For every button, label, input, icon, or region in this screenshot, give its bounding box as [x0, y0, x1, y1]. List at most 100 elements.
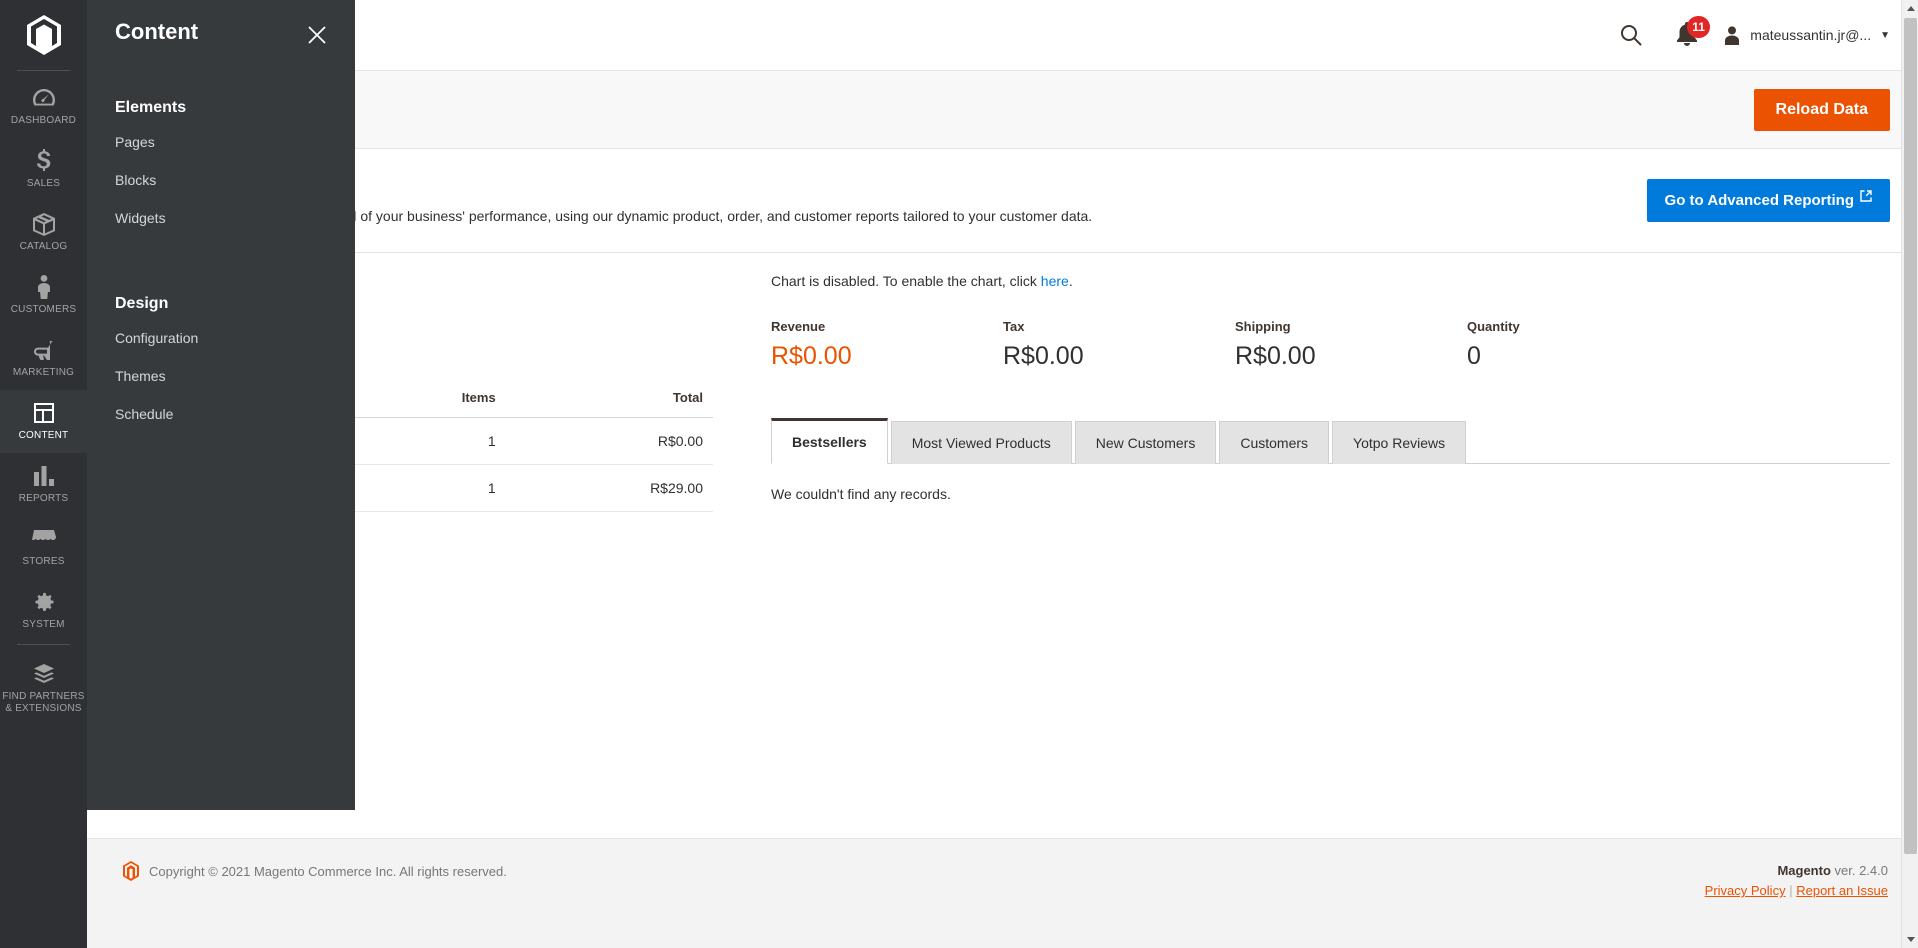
dashboard-tabs: Bestsellers Most Viewed Products New Cus…	[771, 417, 1890, 464]
sidebar-item-marketing[interactable]: Marketing	[0, 327, 87, 390]
stat-label: Tax	[1003, 319, 1235, 334]
enable-chart-link[interactable]: here	[1041, 273, 1069, 289]
stat-value: R$0.00	[771, 343, 1003, 371]
sidebar-item-label: Stores	[22, 556, 64, 568]
flyout-title: Content	[115, 18, 198, 46]
advanced-reporting-banner: Advanced Reporting Gain new insights and…	[87, 149, 1918, 253]
page-footer: Copyright © 2021 Magento Commerce Inc. A…	[87, 838, 1918, 948]
megaphone-icon	[32, 338, 56, 362]
flyout-group-elements-title: Elements	[87, 99, 355, 117]
report-an-issue-link[interactable]: Report an Issue	[1796, 883, 1888, 898]
footer-link-separator: |	[1789, 883, 1792, 898]
cell-items: 1	[352, 465, 505, 512]
layout-panel-icon	[33, 401, 55, 425]
sidebar-divider-top	[17, 70, 70, 71]
user-avatar-icon	[1722, 25, 1742, 45]
sidebar-item-label: System	[22, 619, 64, 631]
cell-items: 1	[352, 418, 505, 465]
flyout-link-schedule[interactable]: Schedule	[87, 395, 355, 433]
sidebar-item-label: Catalog	[20, 241, 68, 253]
chart-disabled-text-end: .	[1069, 273, 1073, 289]
flyout-link-blocks[interactable]: Blocks	[87, 161, 355, 199]
tab-bestsellers[interactable]: Bestsellers	[771, 418, 888, 464]
admin-dashboard-screen: Dashboard Sales Catalog Customers Market	[0, 0, 1918, 948]
dashboard-right-column: Chart is disabled. To enable the chart, …	[743, 253, 1890, 512]
sidebar-item-find-partners-extensions[interactable]: Find Partners & Extensions	[0, 651, 87, 726]
footer-version-line: Magento ver. 2.4.0	[1705, 861, 1888, 881]
scroll-down-arrow-icon[interactable]	[1902, 931, 1918, 948]
external-link-icon	[1860, 190, 1872, 202]
sidebar-item-label: Dashboard	[11, 115, 76, 127]
chevron-down-icon: ▼	[1880, 30, 1890, 41]
go-to-advanced-reporting-label: Go to Advanced Reporting	[1665, 192, 1854, 209]
stat-quantity: Quantity 0	[1467, 319, 1699, 371]
go-to-advanced-reporting-button[interactable]: Go to Advanced Reporting	[1647, 179, 1890, 222]
storefront-icon	[32, 527, 56, 551]
scrollbar-thumb[interactable]	[1904, 18, 1917, 854]
top-header-bar: 11 mateussantin.jr@... ▼	[87, 0, 1918, 70]
chart-disabled-text: Chart is disabled. To enable the chart, …	[771, 273, 1041, 289]
sidebar-item-customers[interactable]: Customers	[0, 264, 87, 327]
magento-mark-icon	[123, 861, 139, 881]
reload-data-button[interactable]: Reload Data	[1754, 89, 1890, 131]
column-header-items: Items	[352, 380, 505, 418]
chart-disabled-message: Chart is disabled. To enable the chart, …	[771, 273, 1890, 289]
sidebar-item-dashboard[interactable]: Dashboard	[0, 75, 87, 138]
cell-total: R$0.00	[506, 418, 713, 465]
bar-chart-icon	[33, 464, 55, 488]
stat-revenue: Revenue R$0.00	[771, 319, 1003, 371]
sidebar-item-sales[interactable]: Sales	[0, 138, 87, 201]
flyout-link-configuration[interactable]: Configuration	[87, 319, 355, 357]
sidebar-item-system[interactable]: System	[0, 579, 87, 642]
flyout-header: Content	[87, 0, 355, 51]
footer-links-line: Privacy Policy | Report an Issue	[1705, 881, 1888, 901]
sidebar-item-label: Customers	[11, 304, 77, 316]
sidebar-item-reports[interactable]: Reports	[0, 453, 87, 516]
period-stats-row: Revenue R$0.00 Tax R$0.00 Shipping R$0.0…	[771, 319, 1890, 371]
tab-new-customers[interactable]: New Customers	[1075, 421, 1217, 464]
stat-value: R$0.00	[1003, 343, 1235, 371]
tab-yotpo-reviews[interactable]: Yotpo Reviews	[1332, 421, 1466, 464]
content-submenu-flyout: Content Elements Pages Blocks Widgets De…	[87, 0, 355, 810]
primary-sidebar: Dashboard Sales Catalog Customers Market	[0, 0, 87, 948]
dashboard-gauge-icon	[32, 86, 56, 110]
flyout-link-widgets[interactable]: Widgets	[87, 199, 355, 237]
tab-panel-empty-message: We couldn't find any records.	[771, 464, 1890, 502]
sidebar-item-label: Sales	[27, 178, 60, 190]
sidebar-item-content[interactable]: Content	[0, 390, 87, 453]
search-icon[interactable]	[1614, 18, 1648, 52]
page-scrollbar[interactable]	[1901, 0, 1918, 948]
privacy-policy-link[interactable]: Privacy Policy	[1705, 883, 1786, 898]
scroll-up-arrow-icon[interactable]	[1902, 0, 1918, 17]
stat-label: Shipping	[1235, 319, 1467, 334]
sidebar-item-stores[interactable]: Stores	[0, 516, 87, 579]
footer-version: ver. 2.4.0	[1835, 863, 1888, 878]
footer-copyright-text: Copyright © 2021 Magento Commerce Inc. A…	[149, 864, 507, 879]
stat-shipping: Shipping R$0.00	[1235, 319, 1467, 371]
sidebar-item-catalog[interactable]: Catalog	[0, 201, 87, 264]
flyout-link-themes[interactable]: Themes	[87, 357, 355, 395]
tab-customers[interactable]: Customers	[1219, 421, 1329, 464]
gear-icon	[33, 590, 55, 614]
dashboard-main-columns: Lifetime Sales R$29.00 Average Order R$1…	[87, 253, 1918, 512]
stat-tax: Tax R$0.00	[1003, 319, 1235, 371]
dollar-sign-icon	[37, 149, 51, 173]
person-icon	[37, 275, 51, 299]
stat-value: R$0.00	[1235, 343, 1467, 371]
tab-most-viewed-products[interactable]: Most Viewed Products	[891, 421, 1072, 464]
cell-total: R$29.00	[506, 465, 713, 512]
sidebar-item-label: Reports	[19, 493, 69, 505]
box-icon	[32, 212, 56, 236]
page-title-bar: Dashboard Reload Data	[87, 70, 1918, 149]
stat-value: 0	[1467, 343, 1699, 371]
footer-brand: Magento	[1777, 863, 1830, 878]
sidebar-divider-bottom	[17, 644, 70, 645]
close-x-icon[interactable]	[301, 19, 333, 51]
user-account-menu[interactable]: mateussantin.jr@... ▼	[1722, 25, 1890, 45]
notifications-button[interactable]: 11	[1676, 22, 1702, 48]
flyout-link-pages[interactable]: Pages	[87, 123, 355, 161]
footer-copyright-block: Copyright © 2021 Magento Commerce Inc. A…	[123, 861, 507, 881]
magento-logo-icon[interactable]	[0, 0, 87, 70]
extension-blocks-icon	[32, 662, 56, 686]
sidebar-item-label: Marketing	[13, 367, 74, 379]
